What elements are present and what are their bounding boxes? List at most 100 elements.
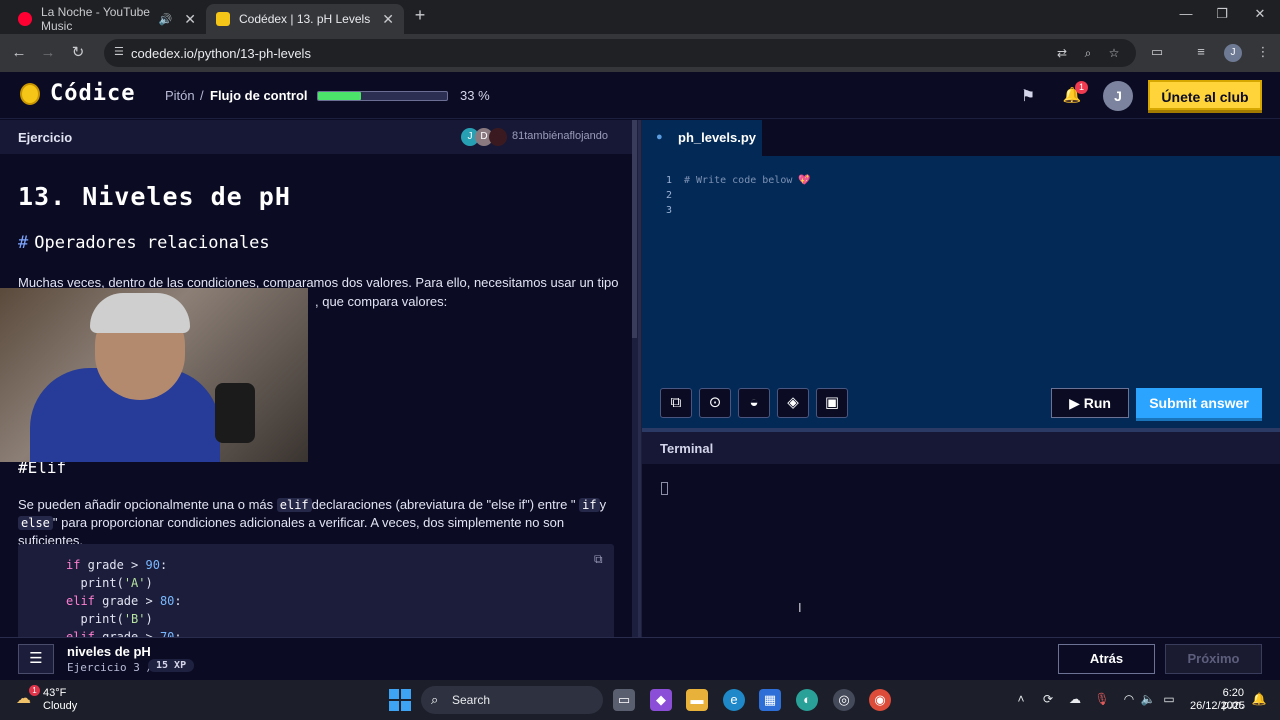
lesson-footer: ☰ niveles de pH Ejercicio 3 / 6 15 XP At… [0, 637, 1280, 680]
screenshot-icon[interactable]: ⊙ [699, 388, 731, 418]
terminal-panel[interactable]: Terminal I [642, 432, 1280, 637]
search-label: Search [452, 693, 491, 707]
next-button[interactable]: Próximo [1165, 644, 1262, 674]
text-span: y [599, 497, 607, 512]
close-window-icon[interactable]: ✕ [1248, 6, 1272, 26]
reload-icon[interactable]: ↻ [68, 43, 88, 63]
translate-icon[interactable]: ⇄ [1054, 46, 1070, 62]
exercise-header: Ejercicio J D 81tambiénaflojando [0, 120, 632, 154]
code-line: elif grade > 70: [66, 630, 182, 637]
address-bar[interactable]: ☰ codedex.io/python/13-ph-levels ⇄ ⌕ ☆ [104, 39, 1136, 67]
wifi-icon[interactable]: ◠ [1121, 692, 1137, 708]
url-text[interactable]: codedex.io/python/13-ph-levels [131, 46, 311, 61]
exercise-label: Ejercicio [18, 130, 73, 145]
weather-temperature[interactable]: 43°F [43, 687, 66, 699]
inline-code: else [18, 516, 53, 530]
minimize-icon[interactable]: — [1174, 6, 1198, 26]
code-line: elif grade > 80: [66, 594, 182, 608]
site-info-icon[interactable]: ☰ [114, 45, 128, 59]
forward-arrow-icon[interactable]: → [38, 43, 58, 63]
battery-icon[interactable]: ▭ [1161, 692, 1177, 708]
tab-title: Codédex | 13. pH Levels [239, 12, 371, 26]
app-icon[interactable]: ◎ [833, 689, 855, 711]
cloud-icon[interactable]: ☁ [1067, 692, 1083, 708]
cast-icon[interactable]: ▭ [1148, 44, 1166, 62]
windows-start-icon[interactable] [389, 689, 411, 711]
run-label: Run [1083, 395, 1111, 411]
file-tab[interactable]: ● ph_levels.py [642, 120, 762, 156]
media-control-icon[interactable]: ≡ [1192, 44, 1210, 62]
webcam-overlay [0, 288, 308, 462]
more-menu-icon[interactable]: ⋮ [1254, 44, 1272, 62]
site-logo[interactable]: Códice [50, 81, 135, 106]
chevron-up-icon[interactable]: ˄ [1013, 692, 1029, 708]
xp-badge: 15 XP [148, 659, 195, 672]
terminal-cursor [661, 482, 668, 495]
speaker-icon[interactable]: 🔊 [159, 13, 173, 26]
play-icon: ▶ [1069, 395, 1084, 411]
text-cursor-icon: I [798, 600, 802, 615]
sync-icon[interactable]: ⟳ [1040, 692, 1056, 708]
python-file-icon: ● [656, 131, 663, 143]
search-icon: ⌕ [431, 692, 439, 707]
code-editor[interactable]: ● ph_levels.py 1 2 3 # Write code below … [642, 120, 1280, 428]
copy-code-icon[interactable]: ⧉ [660, 388, 692, 418]
webcam-person [90, 293, 190, 333]
maximize-icon[interactable]: ❐ [1210, 6, 1234, 26]
breadcrumb-language[interactable]: Pitón [165, 88, 195, 103]
microphone-icon[interactable]: 🎙 [1094, 692, 1110, 708]
owl-helper-icon[interactable]: ◈ [777, 388, 809, 418]
notification-center-icon[interactable]: 🔔 [1251, 692, 1267, 708]
pane-divider[interactable] [638, 120, 641, 637]
tab-youtube-music[interactable]: La Noche - YouTube Music 🔊 ✕ [8, 4, 206, 34]
submit-answer-button[interactable]: Submit answer [1136, 388, 1262, 418]
online-users-text: 81tambiénaflojando [512, 130, 609, 142]
browser-tab-bar: La Noche - YouTube Music 🔊 ✕ Codédex | 1… [0, 0, 1280, 34]
text-span: declaraciones (abreviatura de "else if")… [311, 497, 580, 512]
notification-badge: 1 [1075, 81, 1088, 94]
lesson-name: niveles de pH [67, 644, 151, 659]
browser-toolbar: ← → ↻ ☰ codedex.io/python/13-ph-levels ⇄… [0, 34, 1280, 72]
code-comment[interactable]: # Write code below 💖 [684, 175, 811, 186]
app-icon[interactable]: ◐ [796, 689, 818, 711]
join-club-button[interactable]: Únete al club [1148, 80, 1262, 110]
duck-helper-icon[interactable]: ◒ [738, 388, 770, 418]
scrollbar-thumb[interactable] [632, 120, 637, 338]
bookmark-star-icon[interactable]: ☆ [1106, 46, 1122, 62]
menu-list-icon[interactable]: ☰ [18, 644, 54, 674]
chrome-icon[interactable]: ◉ [869, 689, 891, 711]
back-arrow-icon[interactable]: ← [9, 43, 29, 63]
codedex-logo-icon[interactable] [20, 83, 40, 105]
user-avatar[interactable]: J [1103, 81, 1133, 111]
windows-taskbar: ☁ 1 43°F Cloudy ⌕ Search ▭ ◆ ▬ e ▦ ◐ ◎ ◉… [0, 680, 1280, 720]
file-explorer-icon[interactable]: ▬ [686, 689, 708, 711]
back-button[interactable]: Atrás [1058, 644, 1155, 674]
code-line: if grade > 90: [66, 558, 168, 572]
heading-hash: # [18, 233, 29, 253]
webcam-microphone [215, 383, 255, 443]
browser-profile-avatar[interactable]: J [1224, 44, 1242, 62]
tab-codedex[interactable]: Codédex | 13. pH Levels ✕ [206, 4, 404, 34]
close-icon[interactable]: ✕ [382, 11, 394, 28]
clock-date[interactable]: 26/12/2025 [1190, 700, 1245, 712]
zoom-icon[interactable]: ⌕ [1080, 46, 1096, 62]
taskbar-search[interactable]: ⌕ Search [421, 686, 603, 714]
file-name: ph_levels.py [678, 130, 757, 145]
new-tab-button[interactable]: + [410, 5, 430, 27]
run-button[interactable]: ▶ Run [1051, 388, 1129, 418]
weather-condition[interactable]: Cloudy [43, 700, 77, 712]
store-icon[interactable]: ▦ [759, 689, 781, 711]
close-icon[interactable]: ✕ [184, 11, 196, 28]
edge-icon[interactable]: e [723, 689, 745, 711]
breadcrumb-chapter[interactable]: Flujo de control [210, 88, 308, 103]
copy-icon[interactable]: ⧉ [594, 552, 608, 566]
code-line: print('B') [80, 612, 153, 626]
volume-icon[interactable]: 🔈 [1140, 692, 1156, 708]
flag-icon[interactable]: ⚑ [1018, 86, 1038, 106]
terminal-label: Terminal [660, 441, 714, 456]
inline-code: if [579, 498, 600, 512]
task-view-icon[interactable]: ▭ [613, 689, 635, 711]
tab-title: La Noche - YouTube Music [41, 5, 150, 33]
copilot-icon[interactable]: ◆ [650, 689, 672, 711]
robot-helper-icon[interactable]: ▣ [816, 388, 848, 418]
